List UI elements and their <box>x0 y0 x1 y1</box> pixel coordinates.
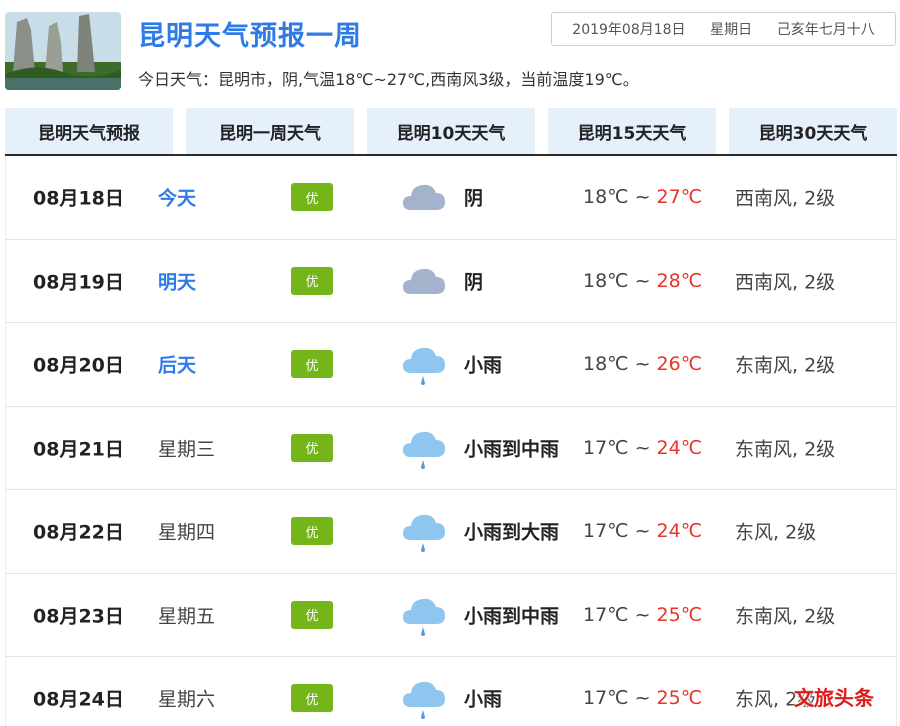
temp-separator: ~ <box>634 520 651 543</box>
wind-info: 西南风, 2级 <box>735 271 836 294</box>
weather-condition: 小雨到中雨 <box>464 605 560 628</box>
forecast-date: 08月20日 <box>33 354 124 377</box>
page-title: 昆明天气预报一周 <box>138 21 362 52</box>
current-weekday: 星期日 <box>710 22 753 38</box>
temperature-range: 17℃ ~ 24℃ <box>583 520 702 542</box>
temp-separator: ~ <box>634 353 651 376</box>
weather-condition: 小雨 <box>464 354 503 377</box>
rain-icon <box>399 506 449 556</box>
page-header: 昆明天气预报一周 2019年08月18日 星期日 己亥年七月十八 今日天气：昆明… <box>0 0 900 100</box>
forecast-date: 08月18日 <box>33 187 124 210</box>
rain-icon <box>399 673 449 723</box>
forecast-date: 08月22日 <box>33 521 124 544</box>
wind-info: 西南风, 2级 <box>735 187 836 210</box>
forecast-day: 星期四 <box>158 521 216 544</box>
forecast-date: 08月24日 <box>33 688 124 711</box>
city-photo <box>5 12 121 90</box>
temp-low: 17℃ <box>583 520 629 543</box>
temp-low: 17℃ <box>583 603 629 626</box>
temp-high: 24℃ <box>656 520 703 543</box>
rain-icon <box>399 423 449 473</box>
forecast-row: 08月18日 今天 优 阴 18℃ ~ 27℃ 西南风, 2级 <box>5 156 897 240</box>
forecast-row: 08月21日 星期三 优 小雨到中雨 17℃ ~ 24℃ 东南风, 2级 <box>5 406 897 490</box>
forecast-list: 08月18日 今天优阴 18℃ ~ 27℃ 西南风, 2级 08月19日 明天优阴 18℃ … <box>5 156 897 726</box>
tab-10-day[interactable]: 昆明10天天气 <box>367 108 535 154</box>
forecast-date: 08月19日 <box>33 271 124 294</box>
aqi-badge: 优 <box>291 433 333 462</box>
tab-forecast[interactable]: 昆明天气预报 <box>5 108 173 154</box>
temp-low: 18℃ <box>583 353 629 376</box>
aqi-badge: 优 <box>291 517 333 546</box>
forecast-day: 后天 <box>158 354 197 377</box>
aqi-badge: 优 <box>291 183 333 212</box>
weather-condition: 小雨 <box>464 688 503 711</box>
current-date: 2019年08月18日 <box>572 22 686 38</box>
temp-high: 28℃ <box>656 269 703 292</box>
tab-15-day[interactable]: 昆明15天天气 <box>548 108 716 154</box>
forecast-day: 星期三 <box>158 438 216 461</box>
temp-high: 26℃ <box>656 353 703 376</box>
forecast-day: 明天 <box>158 271 197 294</box>
cloud-icon <box>399 256 449 306</box>
today-summary: 今日天气：昆明市，阴,气温18℃~27℃,西南风3级，当前温度19℃。 <box>138 70 639 89</box>
forecast-row: 08月23日 星期五 优 小雨到中雨 17℃ ~ 25℃ 东南风, 2级 <box>5 573 897 657</box>
aqi-badge: 优 <box>291 266 333 295</box>
temperature-range: 18℃ ~ 28℃ <box>583 270 702 292</box>
forecast-row: 08月20日 后天 优 小雨 18℃ ~ 26℃ 东南风, 2级 <box>5 323 897 407</box>
temp-high: 24℃ <box>656 436 703 459</box>
temperature-range: 17℃ ~ 24℃ <box>583 437 702 459</box>
forecast-row: 08月22日 星期四 优 小雨到大雨 17℃ ~ 24℃ 东风, 2级 <box>5 490 897 574</box>
temp-separator: ~ <box>634 603 651 626</box>
rain-icon <box>399 339 449 389</box>
cloud-icon <box>399 172 449 222</box>
aqi-badge: 优 <box>291 684 333 713</box>
temp-high: 25℃ <box>656 603 703 626</box>
weather-condition: 阴 <box>464 187 484 210</box>
temp-high: 27℃ <box>656 186 703 209</box>
temperature-range: 18℃ ~ 27℃ <box>583 186 702 208</box>
temp-low: 17℃ <box>583 436 629 459</box>
weather-condition: 阴 <box>464 271 484 294</box>
temperature-range: 17℃ ~ 25℃ <box>583 604 702 626</box>
lunar-date: 己亥年七月十八 <box>776 22 875 38</box>
temp-separator: ~ <box>634 687 651 710</box>
temperature-range: 17℃ ~ 25℃ <box>583 687 702 709</box>
forecast-row: 08月19日 明天 优 阴 18℃ ~ 28℃ 西南风, 2级 <box>5 239 897 323</box>
temp-separator: ~ <box>634 436 651 459</box>
forecast-day: 星期六 <box>158 688 216 711</box>
temp-separator: ~ <box>634 186 651 209</box>
aqi-badge: 优 <box>291 350 333 379</box>
forecast-day: 今天 <box>158 187 197 210</box>
forecast-date: 08月21日 <box>33 438 124 461</box>
forecast-tabs: 昆明天气预报 昆明一周天气 昆明10天天气 昆明15天天气 昆明30天天气 <box>5 108 897 154</box>
watermark-logo: 文旅头条 <box>794 686 874 710</box>
tab-week[interactable]: 昆明一周天气 <box>186 108 354 154</box>
forecast-day: 星期五 <box>158 605 216 628</box>
forecast-date: 08月23日 <box>33 605 124 628</box>
wind-info: 东风, 2级 <box>735 521 817 544</box>
rain-icon <box>399 590 449 640</box>
temp-low: 17℃ <box>583 687 629 710</box>
temp-low: 18℃ <box>583 186 629 209</box>
forecast-row: 08月24日 星期六优小雨 17℃ ~ 25℃ 东风, 2级 <box>5 657 897 726</box>
temp-separator: ~ <box>634 269 651 292</box>
tab-30-day[interactable]: 昆明30天天气 <box>729 108 897 154</box>
wind-info: 东南风, 2级 <box>735 605 836 628</box>
temperature-range: 18℃ ~ 26℃ <box>583 353 702 375</box>
temp-high: 25℃ <box>656 687 703 710</box>
weather-condition: 小雨到大雨 <box>464 521 560 544</box>
weather-condition: 小雨到中雨 <box>464 438 560 461</box>
wind-info: 东南风, 2级 <box>735 438 836 461</box>
temp-low: 18℃ <box>583 269 629 292</box>
date-box: 2019年08月18日 星期日 己亥年七月十八 <box>551 12 896 46</box>
wind-info: 东南风, 2级 <box>735 354 836 377</box>
aqi-badge: 优 <box>291 600 333 629</box>
